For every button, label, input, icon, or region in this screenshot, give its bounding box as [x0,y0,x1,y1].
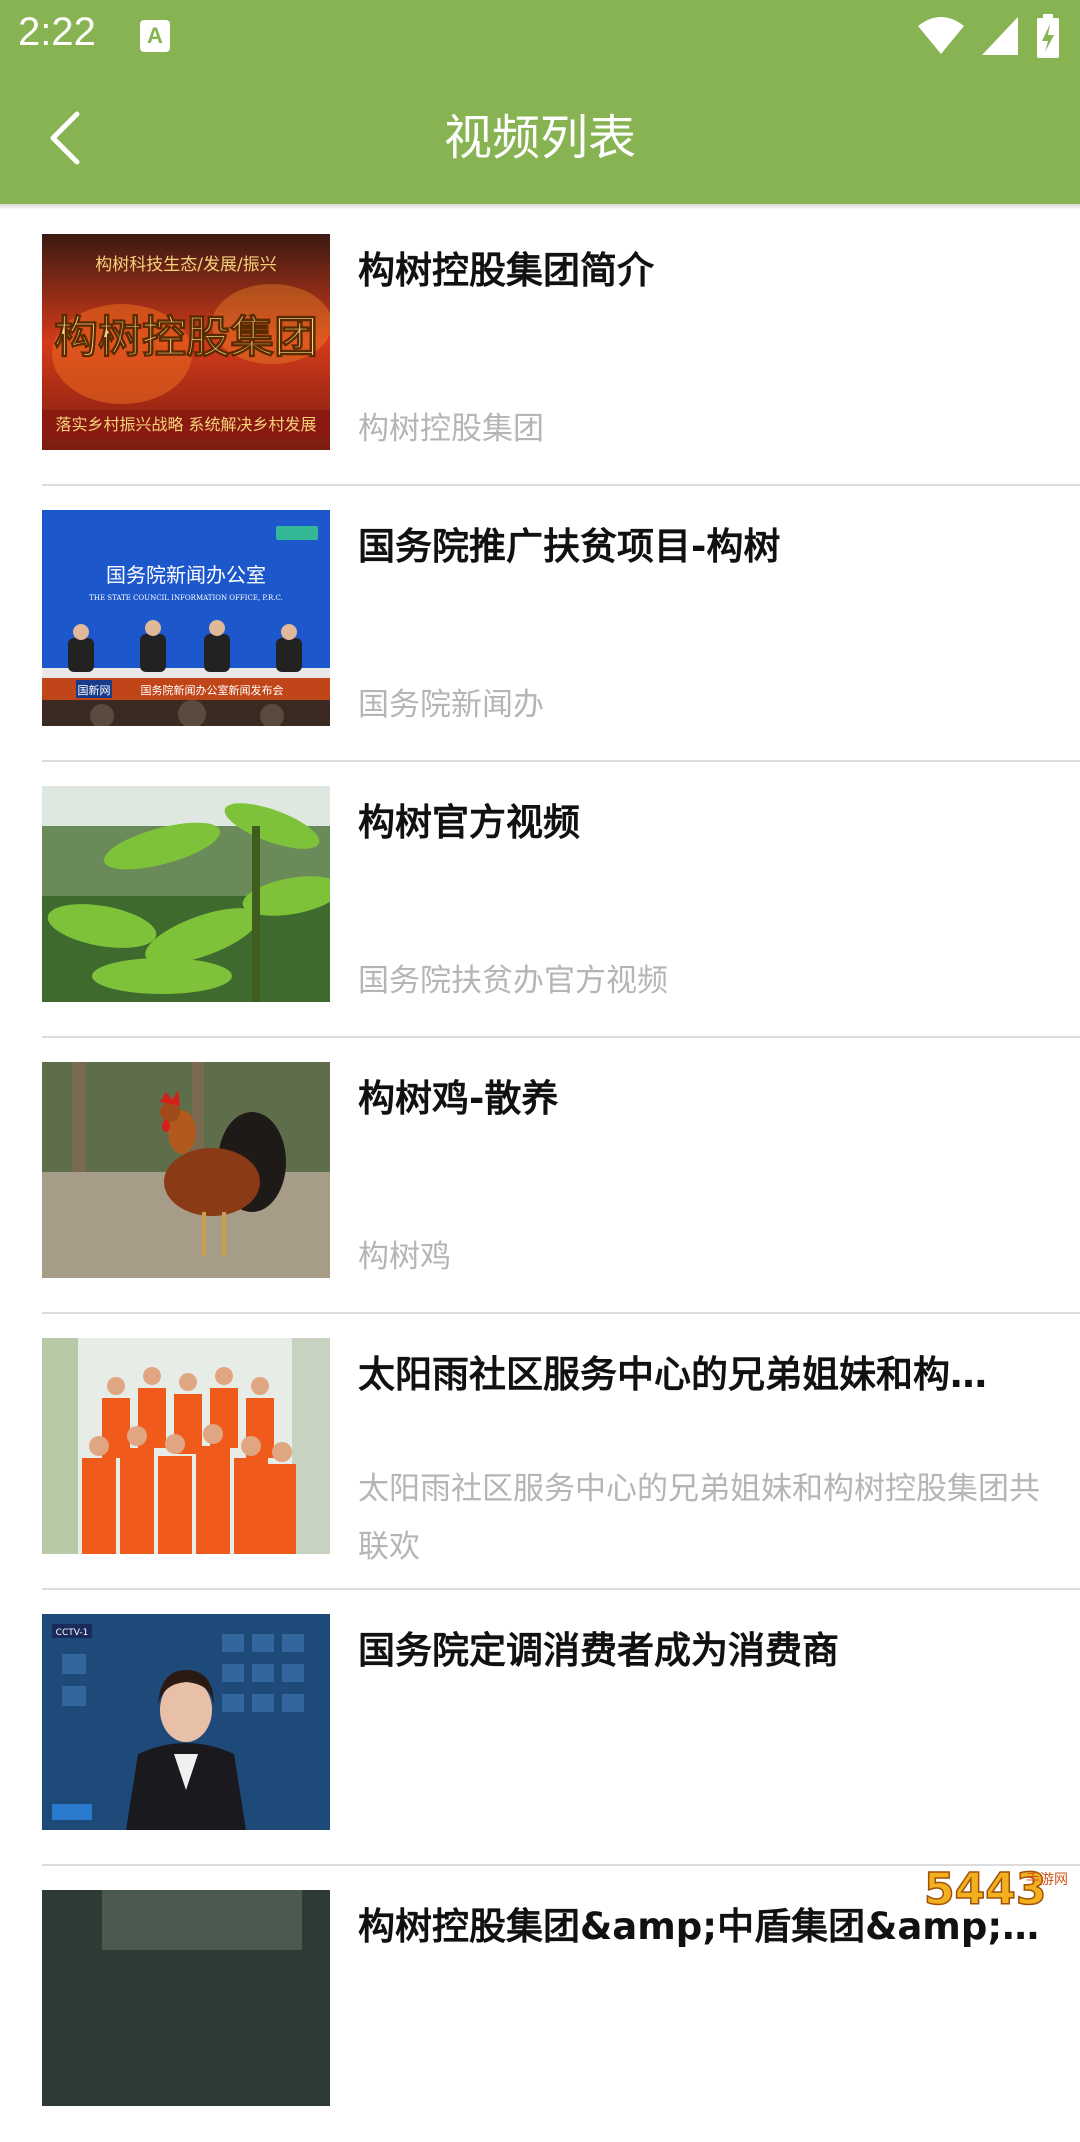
video-list-item[interactable]: 构树鸡-散养 构树鸡 [42,1038,1080,1314]
video-title: 国务院定调消费者成为消费商 [358,1620,1058,1674]
video-subtitle: 国务院新闻办 [358,676,1058,734]
video-thumbnail: 构树科技生态/发展/振兴 构树控股集团 落实乡村振兴战略 系统解决乡村发展 [42,234,330,450]
thumb-caption-main: 国务院新闻办公室 [106,563,266,587]
video-list-item[interactable]: 国务院新闻办公室 THE STATE COUNCIL INFORMATION O… [42,486,1080,762]
video-thumbnail [42,1890,330,2106]
video-thumbnail [42,786,330,1002]
wifi-icon [918,16,964,56]
thumb-caption-bottom: 国务院新闻办公室新闻发布会 [141,683,284,697]
video-title: 构树鸡-散养 [358,1068,1058,1122]
video-thumbnail [42,1338,330,1554]
thumb-badge: 国新网 [78,683,111,697]
thumb-caption-en: THE STATE COUNCIL INFORMATION OFFICE, P.… [89,594,283,602]
status-time: 2:22 [18,10,96,55]
video-subtitle: 国务院扶贫办官方视频 [358,952,1058,1010]
status-bar: 2:22 A [0,0,1080,72]
page-title: 视频列表 [0,72,1080,204]
video-title: 构树官方视频 [358,792,1058,846]
video-subtitle: 构树鸡 [358,1228,1058,1286]
watermark-site: 手游网 [1026,1872,1068,1888]
status-icons [918,14,1060,58]
video-thumbnail: CCTV-1 [42,1614,330,1830]
video-list-item[interactable]: 太阳雨社区服务中心的兄弟姐妹和构… 太阳雨社区服务中心的兄弟姐妹和构树控股集团共… [42,1314,1080,1590]
thumb-caption-bottom: 落实乡村振兴战略 系统解决乡村发展 [55,415,316,434]
video-title: 太阳雨社区服务中心的兄弟姐妹和构… [358,1344,1058,1398]
signal-icon [982,17,1018,55]
notification-icon: A [140,20,170,52]
video-thumbnail: 国务院新闻办公室 THE STATE COUNCIL INFORMATION O… [42,510,330,726]
video-subtitle: 构树控股集团 [358,400,1058,458]
video-list-item[interactable]: CCTV-1 国务院定调消费者成为消费商 [42,1590,1080,1866]
thumb-badge: CCTV-1 [56,1628,89,1638]
video-title: 构树控股集团简介 [358,240,1058,294]
video-list-item[interactable]: 构树官方视频 国务院扶贫办官方视频 [42,762,1080,1038]
video-title: 国务院推广扶贫项目-构树 [358,516,1058,570]
video-subtitle: 太阳雨社区服务中心的兄弟姐妹和构树控股集团共联欢 [358,1460,1058,1576]
app-bar: 视频列表 [0,72,1080,204]
battery-icon [1036,14,1060,58]
thumb-caption-main: 构树控股集团 [54,312,318,363]
thumb-caption-top: 构树科技生态/发展/振兴 [95,255,276,275]
video-list-item[interactable]: 构树科技生态/发展/振兴 构树控股集团 落实乡村振兴战略 系统解决乡村发展 构树… [42,210,1080,486]
site-watermark: 5443 手游网 [922,1854,1072,1914]
video-thumbnail [42,1062,330,1278]
